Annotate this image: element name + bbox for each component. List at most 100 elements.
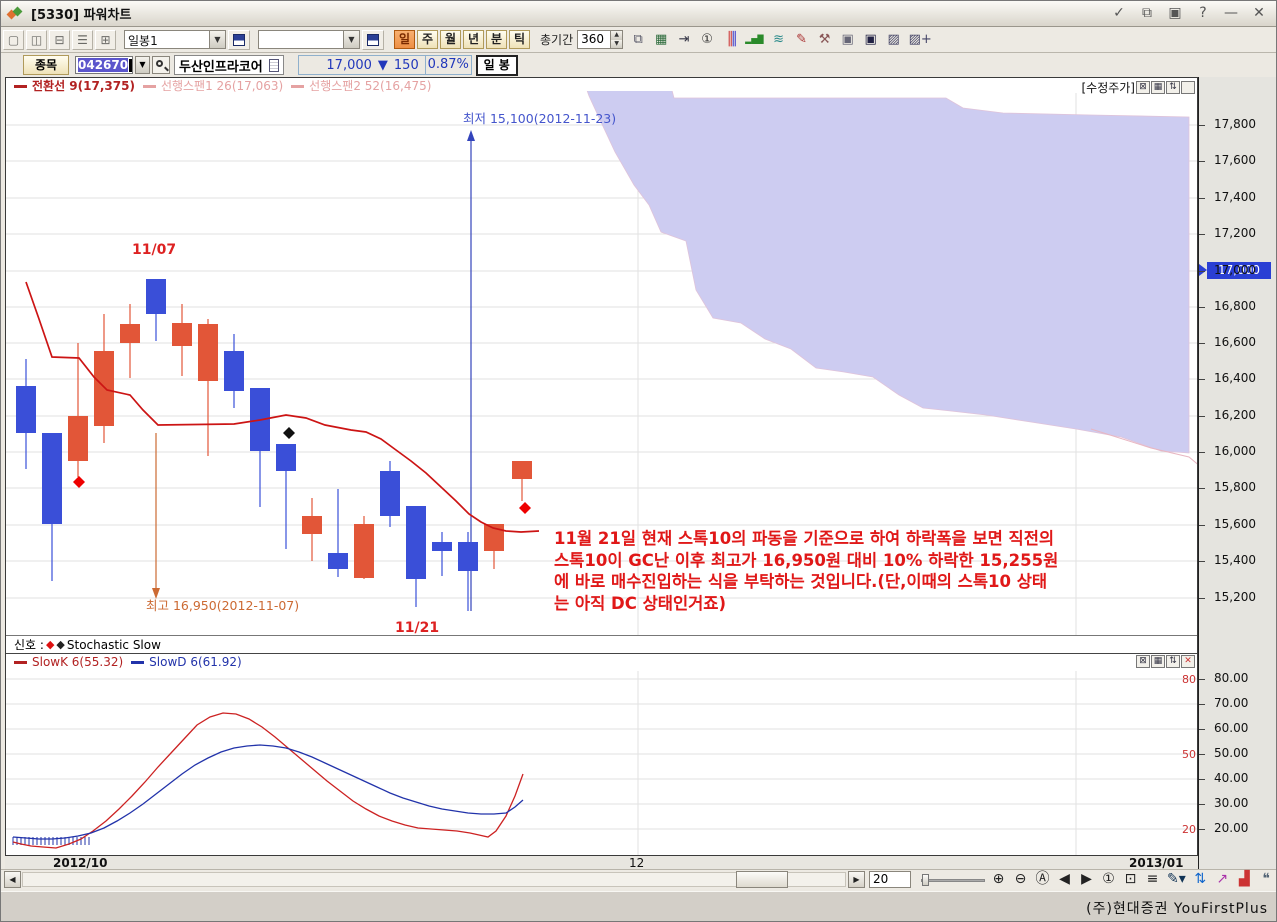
- scroll-left-button[interactable]: ◀: [4, 871, 21, 888]
- axis-label: 40.00: [1214, 771, 1248, 785]
- document-icon[interactable]: [269, 59, 279, 72]
- stock-dropdown-arrow-icon[interactable]: ▼: [135, 56, 150, 74]
- template-combo[interactable]: ▼: [258, 30, 360, 49]
- app-icon: [7, 6, 23, 22]
- copy-icon[interactable]: ⧉: [1138, 4, 1156, 22]
- period-button-월[interactable]: 월: [440, 30, 461, 49]
- indicator-chart-icon[interactable]: ▦: [653, 30, 669, 50]
- dropdown-arrow-icon[interactable]: ▼: [209, 31, 225, 48]
- candle-chart-icon[interactable]: ║: [722, 30, 738, 50]
- axis-label: 17,000: [1214, 263, 1256, 277]
- window-title: [5330] 파워차트: [31, 4, 131, 23]
- legend-item: SlowK 6(55.32): [14, 655, 123, 669]
- bar-width-input[interactable]: 20: [869, 871, 911, 888]
- axis-label: 70.00: [1214, 696, 1248, 710]
- insert-pane-icon[interactable]: ⇥: [676, 30, 692, 50]
- axis-label: 16,600: [1214, 335, 1256, 349]
- save-template-button[interactable]: [362, 30, 384, 50]
- stock-code-input[interactable]: 042670: [75, 56, 133, 74]
- snapshot-icon[interactable]: ▨: [886, 30, 902, 50]
- layout-three-row-icon[interactable]: ☰: [72, 30, 93, 50]
- window-controls: ✓ ⧉ ▣? — ✕: [1110, 4, 1268, 22]
- spinner-arrows[interactable]: ▲▼: [610, 31, 622, 48]
- stock-code-value: 042670: [78, 58, 128, 72]
- period-button-틱[interactable]: 틱: [509, 30, 530, 49]
- x-axis-label: 2012/10: [53, 856, 107, 870]
- menu-lines-icon[interactable]: ≡: [1145, 870, 1160, 889]
- zoom-in-icon[interactable]: ⊕: [991, 870, 1006, 889]
- sort-arrows-icon[interactable]: ⇅: [1166, 655, 1180, 668]
- updown-arrows-icon[interactable]: ⇅: [1193, 870, 1208, 889]
- axis-label: 30.00: [1214, 796, 1248, 810]
- copy-chart-icon[interactable]: ⧉: [630, 30, 646, 50]
- stats-icon[interactable]: ▟: [1237, 870, 1252, 889]
- period-buttons: 일주월년분틱: [392, 30, 530, 49]
- spin-down-icon[interactable]: ▼: [611, 40, 622, 49]
- volume-chart-icon[interactable]: ▂▅█: [745, 30, 763, 50]
- layout-two-row-icon[interactable]: ⊟: [49, 30, 70, 50]
- stock-label-button[interactable]: 종목: [23, 55, 69, 75]
- line-chart-icon[interactable]: ≋: [771, 30, 787, 50]
- pen-icon[interactable]: ✎▾: [1167, 870, 1186, 889]
- zoom-slider-handle[interactable]: [922, 874, 929, 886]
- svg-text:최고 16,950(2012-11-07): 최고 16,950(2012-11-07): [146, 598, 299, 613]
- broker-text: (주)현대증권 YouFirstPlus: [1086, 898, 1268, 918]
- zoom-1-icon[interactable]: ①: [1101, 870, 1116, 889]
- price-axis[interactable]: 17,000 17,80017,60017,40017,20017,00016,…: [1198, 77, 1277, 869]
- total-period-label: 총기간: [540, 31, 573, 48]
- scroll-right-button[interactable]: ▶: [848, 871, 865, 888]
- grid-icon[interactable]: ▦: [1151, 655, 1165, 668]
- draw-lines-icon[interactable]: ✎: [794, 30, 810, 50]
- zoom-area-icon[interactable]: ⊡: [1123, 870, 1138, 889]
- chart-preset-combo[interactable]: 일봉1 ▼: [124, 30, 226, 49]
- period-button-주[interactable]: 주: [417, 30, 438, 49]
- snapshot-add-icon[interactable]: ▨+: [909, 30, 932, 50]
- period-button-분[interactable]: 분: [486, 30, 507, 49]
- save-image-icon[interactable]: ▣: [863, 30, 879, 50]
- svg-text:최저 15,100(2012-11-23): 최저 15,100(2012-11-23): [463, 111, 616, 126]
- axis-label: 60.00: [1214, 721, 1248, 735]
- layout-grid-icon[interactable]: ⊞: [95, 30, 116, 50]
- dropdown-arrow-icon[interactable]: ▼: [343, 31, 359, 48]
- zoom-one-icon[interactable]: ①: [699, 30, 715, 50]
- layout-single-icon[interactable]: ▢: [3, 30, 24, 50]
- popout-icon[interactable]: ▣: [1166, 4, 1184, 22]
- save-preset-button[interactable]: [228, 30, 250, 50]
- chat-icon[interactable]: ❝: [1259, 870, 1274, 889]
- period-button-년[interactable]: 년: [463, 30, 484, 49]
- total-period-spinner[interactable]: 360 ▲▼: [577, 30, 623, 49]
- layout-two-col-icon[interactable]: ◫: [26, 30, 47, 50]
- scrollbar-thumb[interactable]: [736, 871, 788, 888]
- scrollbar-track[interactable]: [22, 872, 846, 887]
- go-last-icon[interactable]: ▶: [1079, 870, 1094, 889]
- x-axis-label: 2013/01: [1129, 856, 1183, 870]
- hourglass-icon[interactable]: ⊠: [1136, 655, 1150, 668]
- current-price-arrow-icon: [1199, 264, 1207, 276]
- axis-label: 17,800: [1214, 117, 1256, 131]
- wand-icon[interactable]: ↗: [1215, 870, 1230, 889]
- tools-hammer-icon[interactable]: ⚒: [817, 30, 833, 50]
- period-button-일[interactable]: 일: [394, 30, 415, 49]
- total-period-value: 360: [578, 31, 610, 48]
- confirm-icon[interactable]: ✓: [1110, 4, 1128, 22]
- chart-preset-value: 일봉1: [125, 31, 209, 48]
- zoom-slider-track[interactable]: [921, 879, 985, 882]
- chart-mode-button[interactable]: 일 봉: [476, 55, 518, 76]
- stochastic-canvas[interactable]: 805020: [6, 670, 1197, 856]
- floppy-icon: [233, 34, 245, 46]
- title-bar: [5330] 파워차트 ✓ ⧉ ▣? — ✕: [1, 1, 1277, 27]
- stock-name-box[interactable]: 두산인프라코어: [174, 55, 284, 75]
- x-axis: 2012/10122013/01: [5, 856, 1198, 869]
- spin-up-icon[interactable]: ▲: [611, 31, 622, 40]
- go-first-icon[interactable]: ◀: [1057, 870, 1072, 889]
- minimize-icon[interactable]: —: [1222, 4, 1240, 22]
- print-icon[interactable]: ▣: [840, 30, 856, 50]
- close-icon[interactable]: ✕: [1250, 4, 1268, 22]
- analysis-note: 11월 21일 현재 스톡10의 파동을 기준으로 하여 하락폭을 보면 직전의…: [554, 528, 1129, 614]
- help-icon[interactable]: ?: [1194, 4, 1212, 22]
- price-change-pct: 0.87%: [426, 55, 472, 75]
- zoom-all-icon[interactable]: Ⓐ: [1035, 870, 1050, 889]
- close-icon[interactable]: ✕: [1181, 655, 1195, 668]
- search-button[interactable]: [152, 56, 170, 74]
- zoom-out-icon[interactable]: ⊖: [1013, 870, 1028, 889]
